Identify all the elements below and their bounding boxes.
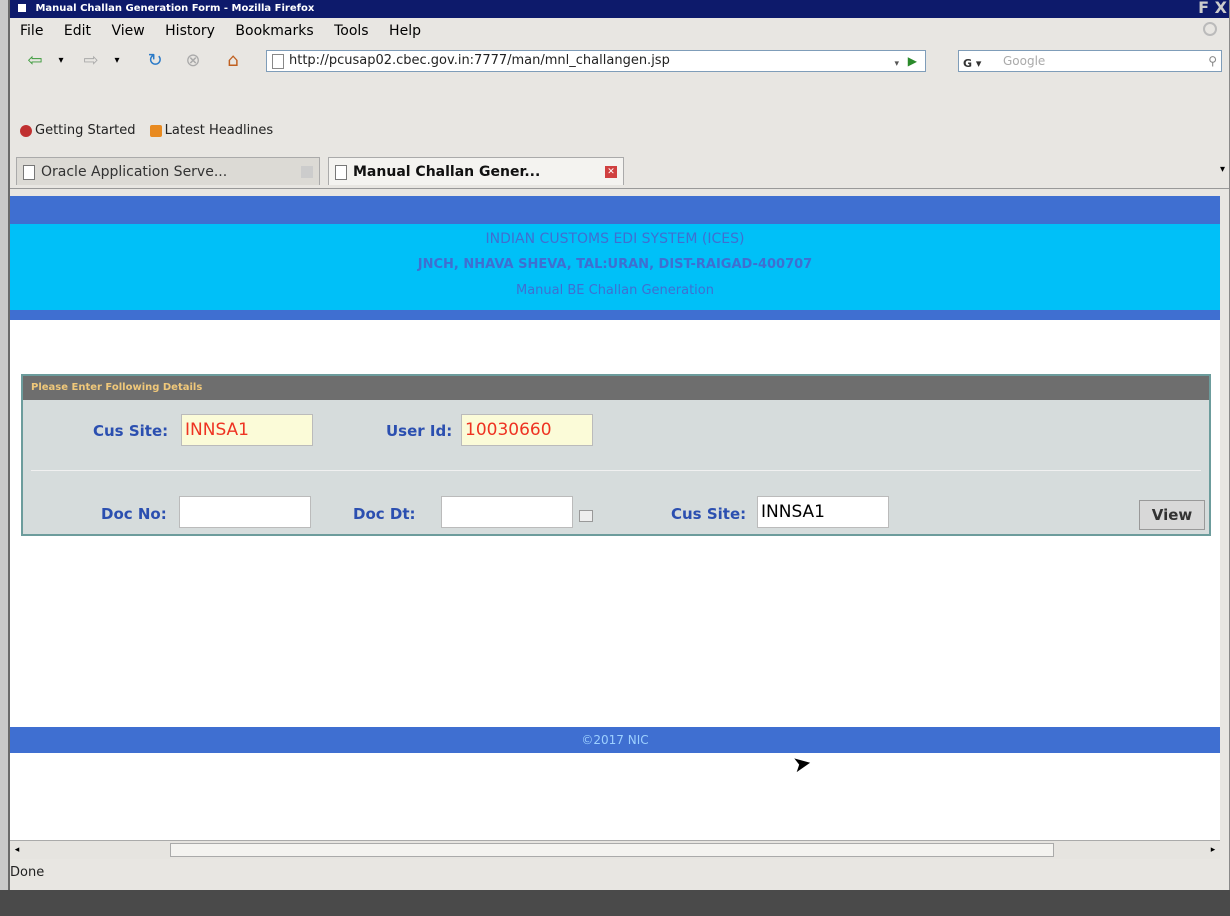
stop-icon[interactable]: ⊗ xyxy=(182,50,204,72)
user-id-label: User Id: xyxy=(386,422,453,440)
horizontal-scrollbar[interactable]: ◂ ▸ xyxy=(10,840,1220,859)
page-icon xyxy=(23,165,35,180)
search-placeholder: Google xyxy=(1003,54,1046,68)
menu-history[interactable]: History xyxy=(165,23,215,39)
header-title: INDIAN CUSTOMS EDI SYSTEM (ICES) xyxy=(485,231,745,247)
menu-edit[interactable]: Edit xyxy=(64,23,91,39)
tab-manual-challan[interactable]: Manual Challan Gener... ✕ xyxy=(328,157,624,185)
user-id-field: 10030660 xyxy=(461,414,593,446)
os-taskbar xyxy=(0,890,1230,916)
rss-icon xyxy=(149,124,162,137)
top-band xyxy=(10,196,1220,224)
view-button[interactable]: View xyxy=(1139,500,1205,530)
scroll-right-icon[interactable]: ▸ xyxy=(1208,843,1218,857)
page-footer: ©2017 NIC xyxy=(10,727,1220,753)
menu-bookmarks[interactable]: Bookmarks xyxy=(235,23,313,39)
tab-oracle[interactable]: Oracle Application Serve... xyxy=(16,157,320,185)
bookmark-getting-started[interactable]: Getting Started xyxy=(20,123,136,138)
go-icon[interactable]: ▶ xyxy=(908,51,917,71)
menu-view[interactable]: View xyxy=(111,23,144,39)
back-icon[interactable]: ⇦ xyxy=(24,50,46,72)
forward-icon[interactable]: ⇨ xyxy=(80,50,102,72)
search-engine-icon[interactable]: G ▾ xyxy=(963,54,981,74)
calendar-icon[interactable] xyxy=(579,510,593,522)
bookmarks-toolbar: Getting Started Latest Headlines xyxy=(10,118,1229,144)
firefox-icon xyxy=(18,4,26,12)
window-controls[interactable]: F X xyxy=(1198,0,1227,17)
tab-close-icon[interactable]: ✕ xyxy=(605,166,617,178)
home-icon[interactable]: ⌂ xyxy=(222,50,244,72)
menu-tools[interactable]: Tools xyxy=(334,23,369,39)
reload-icon[interactable]: ↻ xyxy=(144,50,166,72)
url-dropdown-icon[interactable]: ▾ xyxy=(894,54,899,74)
cus-site2-label: Cus Site: xyxy=(671,505,747,523)
doc-no-input[interactable] xyxy=(179,496,311,528)
window-titlebar: Manual Challan Generation Form - Mozilla… xyxy=(10,0,1229,18)
header-band xyxy=(10,310,1220,320)
navigation-toolbar: ⇦ ▾ ⇨ ▾ ↻ ⊗ ⌂ http://pcusap02.cbec.gov.i… xyxy=(10,46,1229,76)
page-header: INDIAN CUSTOMS EDI SYSTEM (ICES) JNCH, N… xyxy=(10,224,1220,310)
search-input[interactable]: G ▾ Google ⚲ xyxy=(958,50,1222,72)
tab-list-icon[interactable]: ▾ xyxy=(1220,164,1225,175)
url-text: http://pcusap02.cbec.gov.in:7777/man/mnl… xyxy=(289,53,670,68)
url-input[interactable]: http://pcusap02.cbec.gov.in:7777/man/mnl… xyxy=(266,50,926,72)
doc-no-label: Doc No: xyxy=(101,505,167,523)
page-icon xyxy=(335,165,347,180)
menu-bar: File Edit View History Bookmarks Tools H… xyxy=(10,20,1229,42)
status-bar: Done xyxy=(10,860,1220,886)
bookmark-latest-headlines[interactable]: Latest Headlines xyxy=(149,123,273,138)
tab-strip: Oracle Application Serve... Manual Chall… xyxy=(10,154,1229,189)
header-subtitle: Manual BE Challan Generation xyxy=(515,283,714,298)
getting-started-icon xyxy=(20,124,32,137)
details-form: Please Enter Following Details Cus Site:… xyxy=(21,374,1211,536)
search-icon[interactable]: ⚲ xyxy=(1208,51,1217,71)
throbber-icon xyxy=(1203,22,1217,36)
mouse-cursor-icon: ➤ xyxy=(790,750,814,779)
cus-site-label: Cus Site: xyxy=(93,422,169,440)
form-title: Please Enter Following Details xyxy=(23,376,1209,400)
scrollbar-thumb[interactable] xyxy=(170,843,1054,857)
cus-site-field: INNSA1 xyxy=(181,414,313,446)
forward-dropdown-icon[interactable]: ▾ xyxy=(106,50,128,72)
back-dropdown-icon[interactable]: ▾ xyxy=(50,50,72,72)
form-divider xyxy=(31,470,1201,471)
cus-site2-input[interactable]: INNSA1 xyxy=(757,496,889,528)
window-title: Manual Challan Generation Form - Mozilla… xyxy=(35,3,315,14)
tab-label: Manual Challan Gener... xyxy=(353,164,541,180)
tab-close-icon[interactable] xyxy=(301,166,313,178)
status-text: Done xyxy=(10,865,45,880)
menu-file[interactable]: File xyxy=(20,23,43,39)
header-address: JNCH, NHAVA SHEVA, TAL:URAN, DIST-RAIGAD… xyxy=(417,257,813,272)
doc-dt-input[interactable] xyxy=(441,496,573,528)
scroll-left-icon[interactable]: ◂ xyxy=(12,843,22,857)
page-content: INDIAN CUSTOMS EDI SYSTEM (ICES) JNCH, N… xyxy=(10,196,1220,840)
page-icon xyxy=(272,54,284,69)
tab-label: Oracle Application Serve... xyxy=(41,164,228,180)
menu-help[interactable]: Help xyxy=(389,23,421,39)
doc-dt-label: Doc Dt: xyxy=(353,505,416,523)
